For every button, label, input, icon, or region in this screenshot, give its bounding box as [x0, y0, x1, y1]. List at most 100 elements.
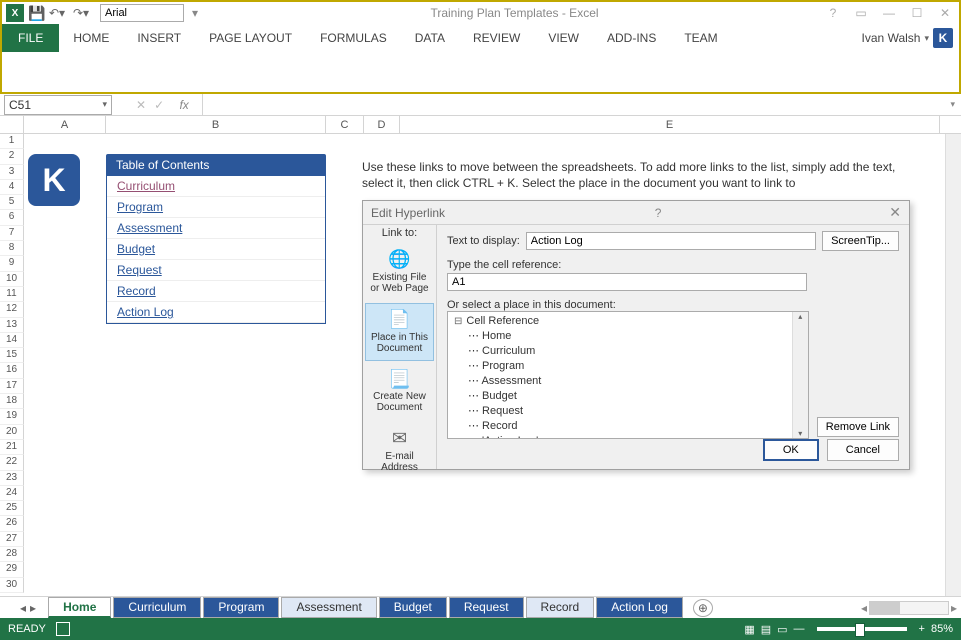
zoom-percent[interactable]: 85% [931, 623, 953, 635]
row-header[interactable]: 29 [0, 562, 24, 577]
row-header[interactable]: 6 [0, 210, 24, 225]
user-account[interactable]: Ivan Walsh▾ K [862, 28, 959, 48]
tree-item[interactable]: ⋯ Program [450, 358, 806, 373]
ok-button[interactable]: OK [763, 439, 819, 461]
row-header[interactable]: 30 [0, 578, 24, 593]
tree-item[interactable]: ⋯ Home [450, 328, 806, 343]
tab-view[interactable]: VIEW [534, 24, 593, 52]
toc-link[interactable]: Curriculum [107, 176, 325, 197]
remove-link-button[interactable]: Remove Link [817, 417, 899, 437]
view-page-break-icon[interactable]: ▭ [777, 623, 787, 636]
tab-data[interactable]: DATA [401, 24, 459, 52]
enter-formula-icon[interactable]: ✓ [154, 98, 164, 112]
col-header-e[interactable]: E [400, 116, 940, 133]
sheet-tab[interactable]: Request [449, 597, 524, 618]
help-icon[interactable]: ? [823, 6, 843, 20]
row-header[interactable]: 4 [0, 180, 24, 195]
macro-record-icon[interactable] [56, 622, 70, 636]
qat-dropdown[interactable]: ▾ [184, 4, 206, 22]
row-header[interactable]: 15 [0, 348, 24, 363]
toc-link[interactable]: Request [107, 260, 325, 281]
linkto-option[interactable]: 🌐Existing File or Web Page [365, 243, 434, 301]
linkto-option[interactable]: 📄Place in This Document [365, 303, 434, 361]
row-header[interactable]: 8 [0, 241, 24, 256]
dialog-titlebar[interactable]: Edit Hyperlink ? ✕ [363, 201, 909, 225]
row-header[interactable]: 1 [0, 134, 24, 149]
toc-link[interactable]: Assessment [107, 218, 325, 239]
text-to-display-input[interactable] [526, 232, 816, 250]
row-header[interactable]: 3 [0, 165, 24, 180]
tree-scrollbar[interactable] [792, 312, 808, 438]
tree-item[interactable]: ⋯ Curriculum [450, 343, 806, 358]
row-header[interactable]: 10 [0, 272, 24, 287]
row-header[interactable]: 5 [0, 195, 24, 210]
formula-expand-icon[interactable]: ▾ [944, 99, 961, 110]
tab-team[interactable]: TEAM [670, 24, 731, 52]
row-header[interactable]: 22 [0, 455, 24, 470]
cancel-formula-icon[interactable]: ✕ [136, 98, 146, 112]
row-header[interactable]: 2 [0, 149, 24, 164]
close-icon[interactable]: ✕ [935, 6, 955, 20]
select-all-corner[interactable] [0, 116, 24, 133]
row-header[interactable]: 17 [0, 379, 24, 394]
toc-link[interactable]: Record [107, 281, 325, 302]
vertical-scrollbar[interactable] [945, 134, 961, 596]
tree-item[interactable]: ⋯ Record [450, 418, 806, 433]
row-header[interactable]: 9 [0, 256, 24, 271]
sheet-tab[interactable]: Assessment [281, 597, 376, 618]
col-header-d[interactable]: D [364, 116, 400, 133]
sheet-tab[interactable]: Action Log [596, 597, 683, 618]
row-header[interactable]: 28 [0, 547, 24, 562]
row-header[interactable]: 7 [0, 226, 24, 241]
toc-link[interactable]: Budget [107, 239, 325, 260]
row-header[interactable]: 18 [0, 394, 24, 409]
dialog-help-icon[interactable]: ? [655, 206, 662, 220]
undo-button[interactable]: ↶▾ [46, 4, 68, 22]
toc-link[interactable]: Program [107, 197, 325, 218]
sheet-tab[interactable]: Home [48, 597, 111, 618]
row-header[interactable]: 13 [0, 318, 24, 333]
horizontal-scrollbar[interactable]: ◂▸ [861, 601, 961, 615]
name-box[interactable]: C51 [4, 95, 112, 115]
screentip-button[interactable]: ScreenTip... [822, 231, 899, 251]
zoom-out-icon[interactable]: — [794, 623, 805, 635]
formula-input[interactable] [202, 94, 944, 115]
view-normal-icon[interactable]: ▦ [744, 623, 754, 636]
tree-item[interactable]: ⋯ Assessment [450, 373, 806, 388]
tab-home[interactable]: HOME [59, 24, 123, 52]
row-header[interactable]: 23 [0, 471, 24, 486]
dialog-close-icon[interactable]: ✕ [889, 204, 901, 221]
sheet-tab[interactable]: Record [526, 597, 595, 618]
redo-button[interactable]: ↷▾ [70, 4, 92, 22]
row-header[interactable]: 27 [0, 532, 24, 547]
document-places-tree[interactable]: Cell Reference ⋯ Home⋯ Curriculum⋯ Progr… [447, 311, 809, 439]
fx-button[interactable]: fx [172, 98, 196, 112]
tree-item[interactable]: ⋯ Request [450, 403, 806, 418]
minimize-icon[interactable]: — [879, 6, 899, 20]
row-header[interactable]: 26 [0, 516, 24, 531]
row-header[interactable]: 25 [0, 501, 24, 516]
font-selector[interactable] [100, 4, 184, 22]
tab-addins[interactable]: ADD-INS [593, 24, 670, 52]
row-header[interactable]: 11 [0, 287, 24, 302]
col-header-a[interactable]: A [24, 116, 106, 133]
save-icon[interactable]: 💾 [28, 4, 46, 22]
tab-page-layout[interactable]: PAGE LAYOUT [195, 24, 306, 52]
sheet-tab[interactable]: Budget [379, 597, 447, 618]
sheet-nav-prev[interactable]: ◂ [20, 601, 26, 615]
maximize-icon[interactable]: ☐ [907, 6, 927, 20]
tree-item[interactable]: ⋯ Budget [450, 388, 806, 403]
view-page-layout-icon[interactable]: ▤ [761, 623, 771, 636]
tab-insert[interactable]: INSERT [123, 24, 195, 52]
sheet-nav-next[interactable]: ▸ [30, 601, 36, 615]
col-header-b[interactable]: B [106, 116, 326, 133]
zoom-slider[interactable] [817, 627, 907, 631]
col-header-c[interactable]: C [326, 116, 364, 133]
ribbon-options-icon[interactable]: ▭ [851, 6, 871, 20]
sheet-tab[interactable]: Curriculum [113, 597, 201, 618]
row-header[interactable]: 21 [0, 440, 24, 455]
spreadsheet-grid[interactable]: 1234567891011121314151617181920212223242… [0, 134, 961, 596]
row-header[interactable]: 19 [0, 409, 24, 424]
tab-file[interactable]: FILE [2, 24, 59, 52]
row-header[interactable]: 24 [0, 486, 24, 501]
